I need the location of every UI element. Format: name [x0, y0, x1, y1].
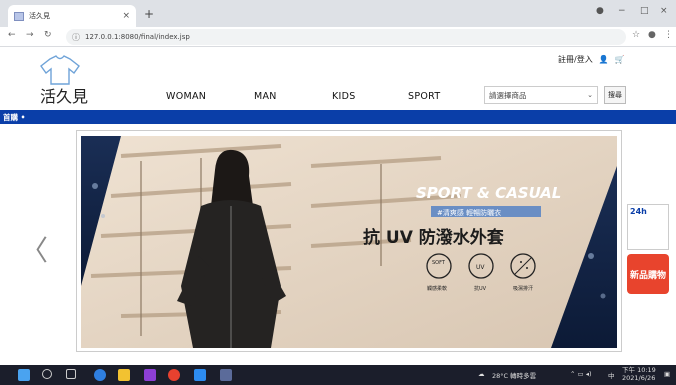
task-view-icon[interactable]: [66, 369, 76, 379]
close-window-button[interactable]: ×: [660, 6, 668, 16]
app2-icon[interactable]: [220, 369, 232, 381]
nav-sport[interactable]: SPORT: [408, 91, 440, 102]
search-button[interactable]: 搜尋: [604, 86, 626, 104]
carousel: 〈 SPORT & CASUAL #清爽感 輕暢防曬衣 抗 UV 防潑水外套 S…: [0, 124, 676, 360]
reload-icon[interactable]: ↻: [44, 30, 52, 40]
side-ad-new-shopping[interactable]: 新品購物: [627, 254, 669, 294]
side-ads: 24h 新品購物: [627, 204, 669, 294]
browser-tabstrip: 活久見 × + ● − □ ×: [0, 0, 676, 27]
carousel-prev-icon[interactable]: 〈: [20, 229, 48, 269]
cart-icon[interactable]: 🛒: [615, 55, 625, 64]
site-header: 活久見 註冊/登入 👤 🛒 WOMAN MAN KIDS SPORT 請選擇商品…: [0, 47, 676, 110]
feature-uv-label: 抗UV: [474, 285, 487, 292]
side-ad-new-shopping-text: 新品購物: [629, 270, 666, 281]
product-select[interactable]: 請選擇商品 ⌄: [484, 86, 598, 104]
weather-icon[interactable]: ☁: [478, 370, 485, 378]
info-icon[interactable]: ⓘ: [72, 32, 80, 43]
profile-icon[interactable]: ●: [596, 6, 604, 16]
banner-headline-zh: 抗 UV 防潑水外套: [363, 227, 505, 248]
weather-text[interactable]: 28°C 轉時多雲: [492, 370, 536, 380]
login-link[interactable]: 註冊/登入: [558, 54, 593, 65]
feature-splash-label: 吸濕排汗: [513, 285, 533, 292]
banner-tagline: #清爽感 輕暢防曬衣: [437, 208, 501, 217]
clock-time: 下午 10:19: [622, 366, 656, 374]
banner-image[interactable]: SPORT & CASUAL #清爽感 輕暢防曬衣 抗 UV 防潑水外套 SOF…: [81, 136, 617, 348]
notification-icon[interactable]: ▣: [664, 370, 670, 378]
svg-text:SOFT: SOFT: [432, 260, 446, 266]
windows-start-icon[interactable]: [18, 369, 30, 381]
chrome-icon[interactable]: [168, 369, 180, 381]
banner-headline-en: SPORT & CASUAL: [416, 184, 561, 202]
nav-man[interactable]: MAN: [254, 91, 277, 102]
app-icon[interactable]: [144, 369, 156, 381]
user-icon[interactable]: 👤: [599, 55, 609, 64]
browser-tab[interactable]: 活久見 ×: [8, 5, 136, 27]
site-favicon-icon: [14, 11, 24, 21]
forward-arrow-icon[interactable]: →: [26, 30, 34, 40]
side-ad-24h-text: 24h: [630, 207, 647, 216]
url-field[interactable]: ⓘ 127.0.0.1:8080/final/index.jsp: [66, 29, 626, 45]
url-text: 127.0.0.1:8080/final/index.jsp: [85, 33, 190, 41]
chevron-down-icon: ⌄: [587, 91, 593, 99]
maximize-button[interactable]: □: [640, 6, 649, 16]
svg-text:UV: UV: [476, 264, 485, 271]
select-value: 請選擇商品: [489, 90, 527, 100]
account-icon[interactable]: ●: [648, 30, 656, 40]
menu-kebab-icon[interactable]: ⋮: [664, 30, 673, 40]
clock[interactable]: 下午 10:19 2021/6/26: [622, 366, 656, 382]
address-bar: ← → ↻ ⓘ 127.0.0.1:8080/final/index.jsp ☆…: [0, 27, 676, 47]
logo-text[interactable]: 活久見: [40, 83, 88, 107]
edge-icon[interactable]: [94, 369, 106, 381]
tshirt-logo-icon[interactable]: [38, 55, 82, 85]
minimize-button[interactable]: −: [618, 6, 626, 16]
tab-close-button[interactable]: ×: [122, 11, 130, 21]
new-tab-button[interactable]: +: [144, 7, 154, 21]
tray-icons[interactable]: ⌃ ▭ ◂): [570, 370, 592, 378]
side-ad-24h[interactable]: 24h: [627, 204, 669, 250]
clock-date: 2021/6/26: [622, 374, 656, 382]
bookmark-star-icon[interactable]: ☆: [632, 30, 640, 40]
nav-kids[interactable]: KIDS: [332, 91, 356, 102]
file-explorer-icon[interactable]: [118, 369, 130, 381]
feature-soft-label: 觸感柔軟: [427, 285, 447, 292]
vscode-icon[interactable]: [194, 369, 206, 381]
promo-bar: 首購 •: [0, 110, 676, 124]
top-links: 註冊/登入 👤 🛒: [558, 54, 625, 65]
ime-indicator[interactable]: 中: [608, 370, 615, 380]
banner-artwork: SPORT & CASUAL #清爽感 輕暢防曬衣 抗 UV 防潑水外套 SOF…: [81, 136, 617, 348]
nav-woman[interactable]: WOMAN: [166, 91, 206, 102]
search-icon[interactable]: [42, 369, 52, 379]
promo-bar-text[interactable]: 首購 •: [3, 112, 25, 123]
tab-title: 活久見: [29, 12, 50, 20]
taskbar: ☁ 28°C 轉時多雲 ⌃ ▭ ◂) 中 下午 10:19 2021/6/26 …: [0, 365, 676, 385]
back-arrow-icon[interactable]: ←: [8, 30, 16, 40]
